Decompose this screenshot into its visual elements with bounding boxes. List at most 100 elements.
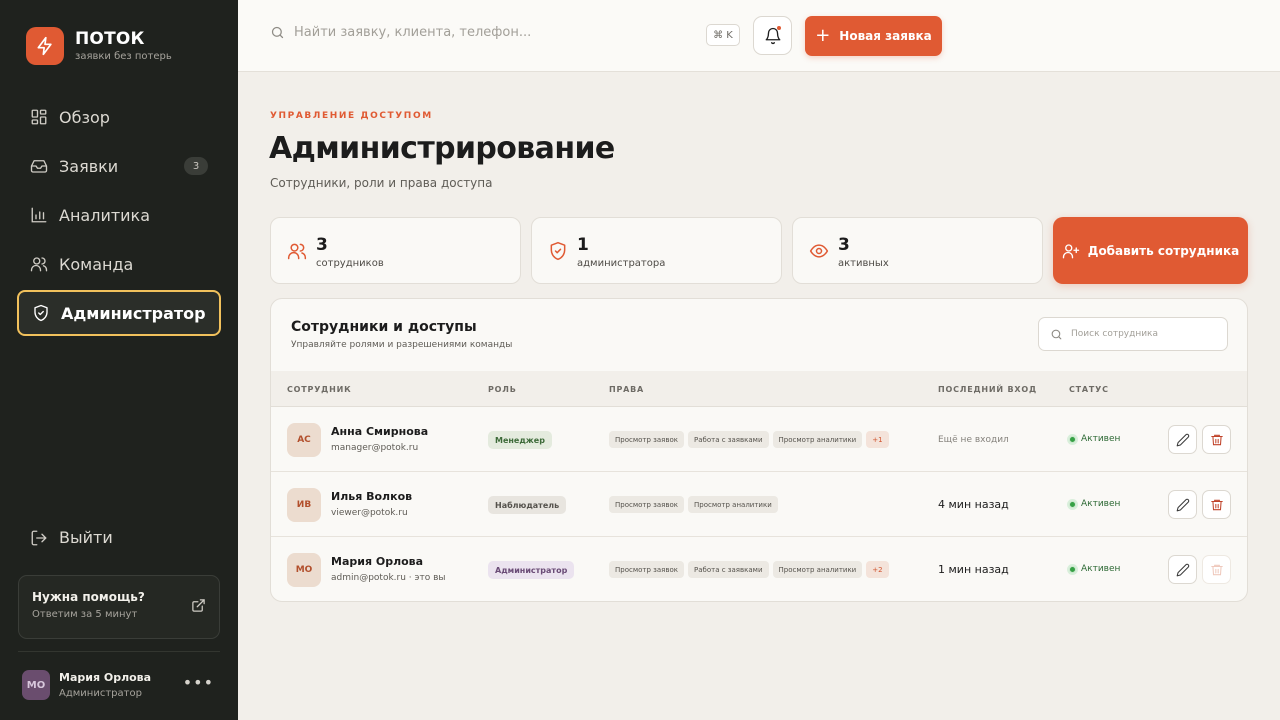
stat-card-employees: 3 сотрудников [270, 217, 521, 284]
logout-label: Выйти [59, 528, 113, 547]
table-header: СОТРУДНИК РОЛЬ ПРАВА ПОСЛЕДНИЙ ВХОД СТАТ… [271, 371, 1247, 407]
edit-button[interactable] [1168, 425, 1197, 454]
stat-card-active: 3 активных [792, 217, 1043, 284]
stat-label: активных [838, 258, 889, 269]
permission-tag: Просмотр аналитики [772, 561, 863, 578]
edit-button[interactable] [1168, 555, 1197, 584]
table-row: ИВ Илья Волков viewer@potok.ru Наблюдате… [271, 472, 1247, 537]
shield-check-icon [34, 304, 48, 322]
add-employee-button[interactable]: Добавить сотрудника [1053, 217, 1248, 284]
page-eyebrow: УПРАВЛЕНИЕ ДОСТУПОМ [270, 111, 433, 121]
external-link-icon [192, 599, 205, 612]
sidebar-item-label: Администратор [61, 303, 206, 323]
column-header: ПРАВА [609, 385, 645, 394]
permission-tag: Просмотр заявок [609, 561, 685, 578]
permissions-list: Просмотр заявок Работа с заявками Просмо… [609, 561, 893, 578]
sidebar-item-admin[interactable]: Администратор [17, 290, 221, 336]
card-title: Сотрудники и доступы [291, 319, 477, 335]
sidebar-item-overview[interactable]: Обзор [17, 94, 221, 140]
avatar: МО [287, 553, 321, 587]
last-login: 1 мин назад [938, 563, 1009, 576]
role-badge: Менеджер [488, 431, 552, 449]
stat-value: 1 [577, 235, 589, 255]
user-profile[interactable]: МО Мария Орлова Администратор ••• [22, 670, 218, 700]
permission-tag: Работа с заявками [688, 561, 769, 578]
card-subtitle: Управляйте ролями и разрешениями команды [291, 340, 513, 350]
grid-icon [31, 109, 47, 125]
employee-email: manager@potok.ru [331, 443, 419, 453]
status-dot-icon [1069, 435, 1076, 443]
permission-tag: Работа с заявками [688, 431, 769, 448]
permission-tag: Просмотр заявок [609, 496, 685, 513]
edit-button[interactable] [1168, 490, 1197, 519]
notifications-button[interactable] [753, 16, 792, 55]
inbox-icon [30, 160, 48, 173]
more-permissions-tag[interactable]: +1 [866, 431, 889, 448]
stat-card-admins: 1 администратора [531, 217, 782, 284]
user-name: Мария Орлова [59, 671, 152, 684]
sidebar-nav: Обзор Заявки 3 Аналитика Команда Админис… [17, 94, 221, 339]
shield-check-icon [550, 241, 566, 261]
plus-icon: + [815, 25, 831, 46]
search-placeholder: Поиск сотрудника [1071, 329, 1159, 339]
employee-name: Мария Орлова [331, 555, 424, 568]
add-employee-label: Добавить сотрудника [1087, 243, 1240, 258]
status-badge: Активен [1069, 434, 1120, 444]
column-header: СОТРУДНИК [287, 385, 352, 394]
sidebar-item-label: Аналитика [59, 205, 151, 225]
keyboard-shortcut-hint: ⌘ K [706, 24, 740, 46]
user-role: Администратор [59, 688, 142, 699]
avatar: ИВ [287, 488, 321, 522]
page-subtitle: Сотрудники, роли и права доступа [270, 176, 493, 190]
trash-icon [1210, 564, 1223, 575]
avatar: АС [287, 423, 321, 457]
stat-label: администратора [577, 258, 666, 269]
brand-name: ПОТОК [75, 28, 145, 49]
stat-value: 3 [838, 235, 850, 255]
employee-email: admin@potok.ru · это вы [331, 573, 446, 583]
permission-tag: Просмотр аналитики [772, 431, 863, 448]
pencil-icon [1176, 563, 1189, 576]
last-login: 4 мин назад [938, 498, 1009, 511]
permissions-list: Просмотр заявок Просмотр аналитики [609, 496, 782, 513]
permission-tag: Просмотр аналитики [688, 496, 778, 513]
role-badge: Наблюдатель [488, 496, 567, 514]
column-header: РОЛЬ [488, 385, 517, 394]
sidebar-divider [18, 651, 220, 652]
top-bar: Найти заявку, клиента, телефон... ⌘ K + … [238, 0, 1280, 72]
bolt-icon [26, 27, 64, 65]
logout-button[interactable]: Выйти [30, 528, 113, 547]
new-request-button[interactable]: + Новая заявка [805, 16, 942, 56]
pencil-icon [1176, 433, 1189, 446]
search-icon [1051, 329, 1062, 339]
status-badge: Активен [1069, 564, 1120, 574]
pencil-icon [1176, 498, 1189, 511]
sidebar-item-label: Заявки [59, 156, 119, 176]
bar-chart-icon [31, 207, 47, 223]
more-icon[interactable]: ••• [183, 675, 214, 691]
users-icon [287, 243, 307, 260]
eye-icon [809, 244, 829, 258]
sidebar-item-analytics[interactable]: Аналитика [17, 192, 221, 238]
avatar: МО [22, 670, 50, 700]
logout-icon [31, 530, 47, 545]
status-label: Активен [1081, 564, 1121, 574]
more-permissions-tag[interactable]: +2 [866, 561, 889, 578]
notification-dot [777, 26, 781, 30]
sidebar-item-label: Обзор [59, 107, 110, 127]
employee-email: viewer@potok.ru [331, 508, 408, 518]
status-label: Активен [1081, 434, 1121, 444]
sidebar-item-requests[interactable]: Заявки 3 [17, 143, 221, 189]
sidebar-item-team[interactable]: Команда [17, 241, 221, 287]
brand-tagline: заявки без потерь [75, 50, 172, 62]
employee-name: Илья Волков [331, 490, 413, 503]
users-icon [30, 257, 48, 272]
sidebar-item-label: Команда [59, 254, 134, 274]
delete-button[interactable] [1202, 425, 1231, 454]
help-card[interactable]: Нужна помощь? Ответим за 5 минут [18, 575, 220, 639]
help-title: Нужна помощь? [32, 590, 145, 604]
employee-search-input[interactable]: Поиск сотрудника [1038, 317, 1228, 351]
brand[interactable]: ПОТОК заявки без потерь [26, 27, 172, 65]
delete-button[interactable] [1202, 490, 1231, 519]
global-search-input[interactable]: Найти заявку, клиента, телефон... [270, 25, 740, 40]
